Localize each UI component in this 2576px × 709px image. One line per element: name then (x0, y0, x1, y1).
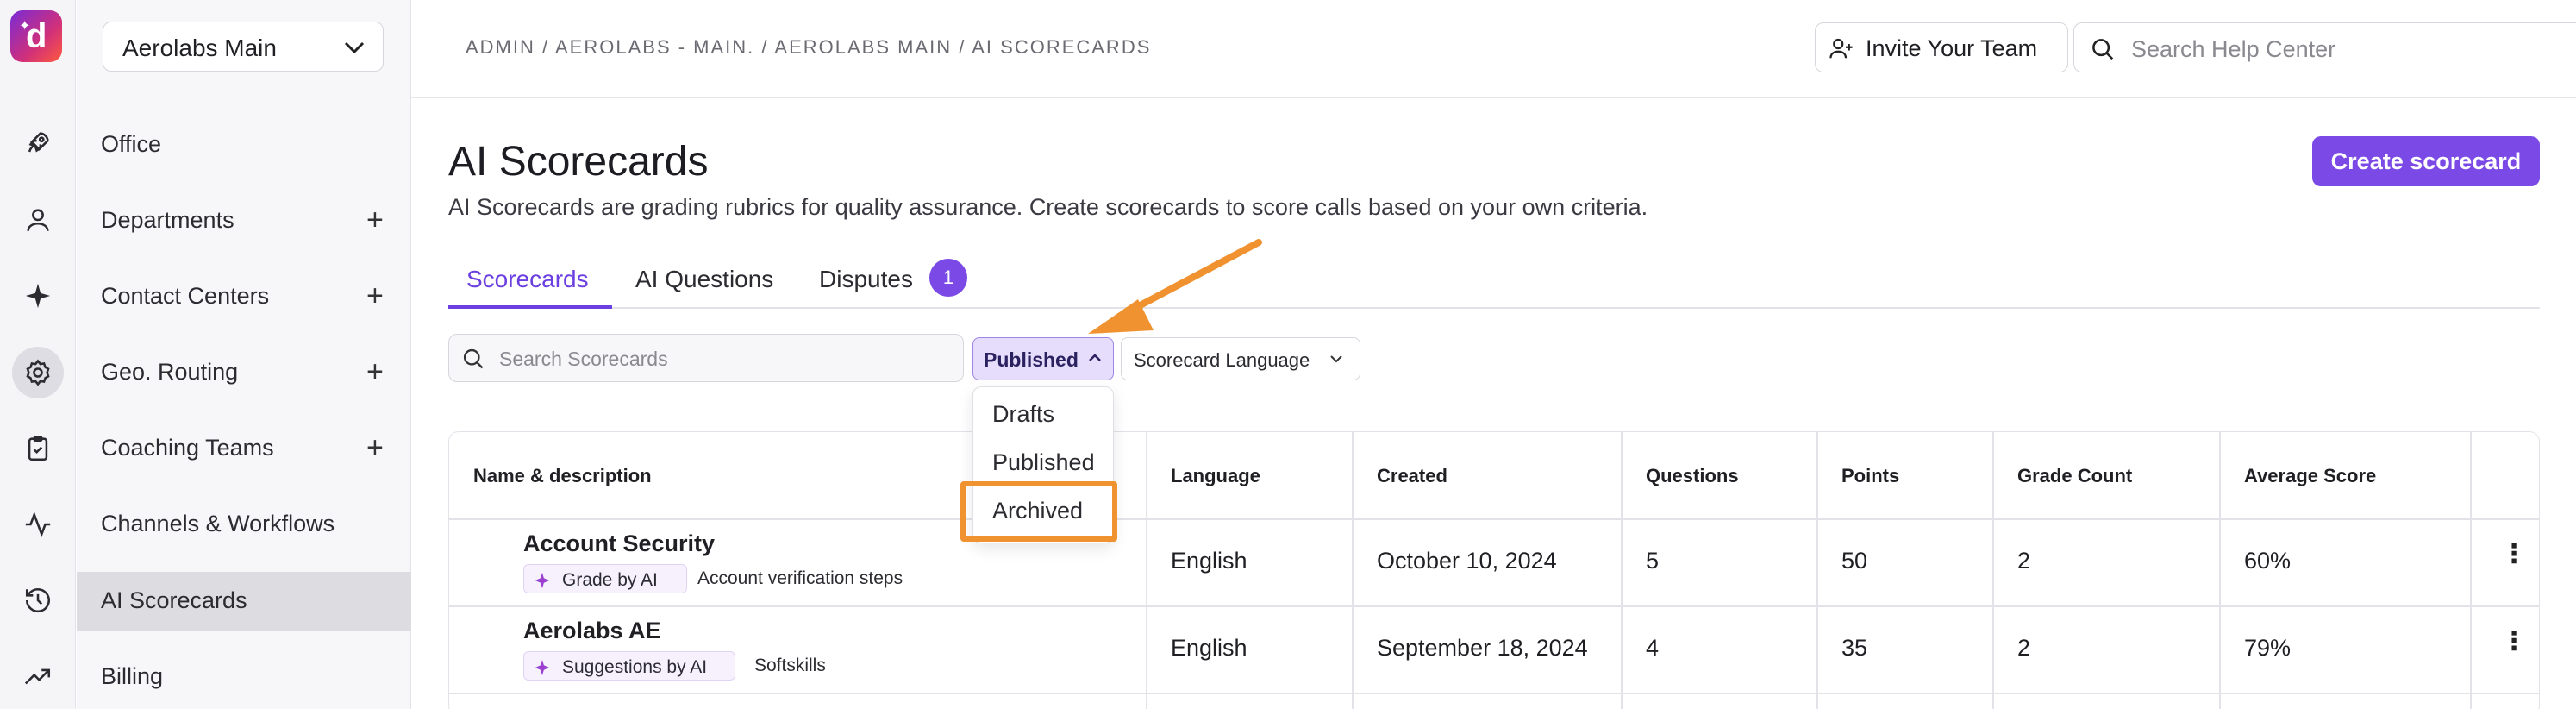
column-header[interactable]: Average Score (2244, 465, 2376, 487)
column-header[interactable]: Created (1377, 465, 1447, 487)
archived-highlight-box (960, 481, 1117, 542)
top-bar: ADMIN / AEROLABS - MAIN. / AEROLABS MAIN… (411, 0, 2576, 98)
workspace-selector[interactable]: Aerolabs Main (103, 22, 384, 72)
chevron-up-icon (1089, 354, 1101, 361)
page-title: AI Scorecards (448, 139, 709, 185)
chevron-down-icon (344, 41, 365, 54)
menu-item-drafts[interactable]: Drafts (992, 401, 1054, 428)
trending-icon[interactable] (12, 650, 64, 702)
icon-rail: ✦ d (0, 0, 76, 709)
column-header[interactable]: Name & description (473, 465, 652, 487)
search-icon (463, 348, 484, 369)
active-tab-indicator (448, 305, 612, 309)
sidebar-item-billing[interactable]: Billing (77, 648, 411, 706)
plus-icon[interactable]: + (366, 433, 384, 462)
annotation-arrow-icon (1088, 239, 1262, 334)
sidebar: Aerolabs Main Office Departments + Contac… (77, 0, 411, 709)
plus-icon[interactable]: + (366, 357, 384, 386)
more-options-icon[interactable]: ⋮ (2501, 539, 2527, 569)
chevron-down-icon (1330, 355, 1342, 363)
column-header[interactable]: Language (1171, 465, 1260, 487)
scorecard-search-input[interactable]: Search Scorecards (448, 334, 964, 382)
workspace-name: Aerolabs Main (122, 35, 277, 61)
tab-bar: Scorecards AI Questions Disputes 1 (448, 259, 2540, 309)
sidebar-item-channels-workflows[interactable]: Channels & Workflows (77, 495, 411, 554)
help-search-input[interactable]: Search Help Center (2073, 22, 2576, 72)
app-logo[interactable]: ✦ d (10, 10, 62, 62)
sparkle-icon[interactable] (12, 270, 64, 322)
tab-disputes[interactable]: Disputes (819, 266, 913, 293)
scorecard-name[interactable]: Aerolabs AE (523, 618, 661, 644)
column-header[interactable]: Grade Count (2017, 465, 2132, 487)
breadcrumb: ADMIN / AEROLABS - MAIN. / AEROLABS MAIN… (466, 36, 1152, 58)
add-user-icon (1829, 38, 1853, 59)
sidebar-item-geo-routing[interactable]: Geo. Routing + (77, 343, 411, 402)
sidebar-item-departments[interactable]: Departments + (77, 191, 411, 250)
plus-icon[interactable]: + (366, 281, 384, 311)
column-header[interactable]: Questions (1646, 465, 1739, 487)
status-filter-dropdown[interactable]: Published (972, 337, 1114, 380)
tab-scorecards[interactable]: Scorecards (466, 266, 589, 293)
scorecard-description: Account verification steps (697, 568, 903, 588)
sidebar-item-coaching-teams[interactable]: Coaching Teams + (77, 419, 411, 478)
scorecard-name[interactable]: Account Security (523, 530, 715, 557)
scorecards-table: Name & description Language Created Ques… (448, 431, 2540, 709)
search-icon (2092, 39, 2114, 60)
grade-by-ai-tag: Grade by AI (523, 564, 687, 593)
suggestions-by-ai-tag: Suggestions by AI (523, 651, 735, 681)
sidebar-item-ai-scorecards[interactable]: AI Scorecards (77, 572, 411, 631)
column-header[interactable]: Points (1841, 465, 1899, 487)
clipboard-icon[interactable] (12, 423, 64, 474)
scorecard-description: Softskills (754, 656, 826, 675)
history-icon[interactable] (12, 574, 64, 626)
gear-icon[interactable] (12, 347, 64, 398)
sidebar-item-office[interactable]: Office (77, 116, 411, 174)
activity-icon[interactable] (12, 499, 64, 550)
invite-team-button[interactable]: Invite Your Team (1815, 22, 2068, 72)
create-scorecard-button[interactable]: Create scorecard (2312, 136, 2540, 186)
language-filter-dropdown[interactable]: Scorecard Language (1121, 337, 1360, 380)
more-options-icon[interactable]: ⋮ (2501, 626, 2527, 656)
plus-icon[interactable]: + (366, 205, 384, 235)
tab-ai-questions[interactable]: AI Questions (635, 266, 773, 293)
user-icon[interactable] (12, 194, 64, 246)
sparkle-icon (535, 572, 550, 589)
disputes-count-badge: 1 (929, 259, 967, 297)
menu-item-published[interactable]: Published (992, 449, 1095, 476)
sidebar-item-contact-centers[interactable]: Contact Centers + (77, 267, 411, 326)
page-subtitle: AI Scorecards are grading rubrics for qu… (448, 194, 1648, 220)
rocket-icon[interactable] (12, 117, 64, 169)
sparkle-icon (535, 659, 550, 676)
